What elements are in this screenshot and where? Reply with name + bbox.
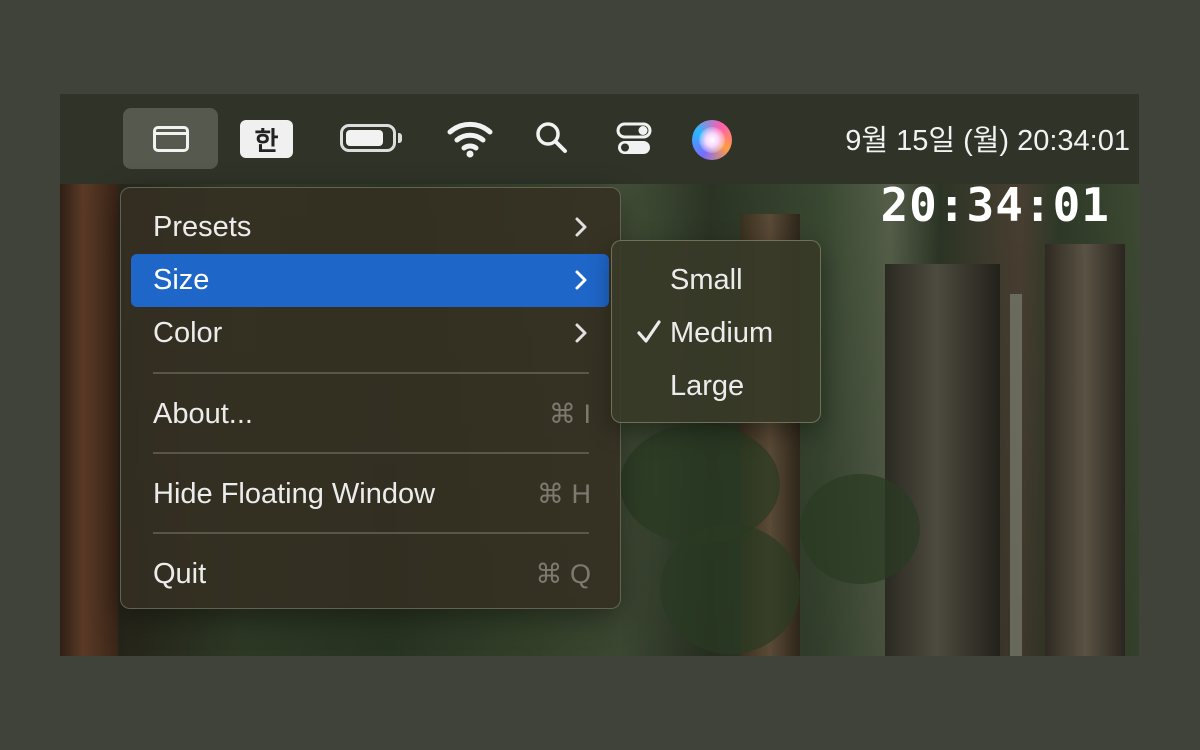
menu-item-label: Size <box>153 264 210 296</box>
submenu-item-label: Large <box>670 369 745 402</box>
menu-item-shortcut: ⌘ I <box>548 399 591 429</box>
menu-separator <box>153 372 589 374</box>
menubar-datetime: 9월 15일 (월) 20:34:01 <box>845 125 1130 157</box>
siri-icon[interactable] <box>692 120 732 160</box>
menu-item-label: About... <box>153 398 253 430</box>
menu-item-shortcut: ⌘ Q <box>535 559 591 589</box>
input-source-label: 한 <box>254 125 279 156</box>
window-icon <box>152 125 189 152</box>
chevron-right-icon <box>575 217 587 237</box>
menu-item-label: Presets <box>153 211 252 243</box>
menu-separator <box>153 452 589 454</box>
menubar-clock[interactable]: 9월 15일 (월) 20:34:01 <box>760 116 1130 160</box>
wallpaper-foliage <box>660 524 800 654</box>
menu-item-color[interactable]: Color <box>131 307 609 360</box>
wallpaper-foliage <box>620 424 780 544</box>
input-source-indicator[interactable]: 한 <box>240 120 293 158</box>
control-center-icon[interactable] <box>614 119 654 159</box>
size-submenu: Small Medium Large <box>611 240 821 423</box>
wallpaper-tree <box>60 184 118 656</box>
menu-item-about[interactable]: About... ⌘ I <box>131 388 609 441</box>
wallpaper-tree <box>885 264 1000 656</box>
menu-item-label: Color <box>153 317 223 349</box>
menu-item-presets[interactable]: Presets <box>131 201 609 254</box>
chevron-right-icon <box>575 270 587 290</box>
checkmark-icon <box>637 320 661 343</box>
menu-item-size[interactable]: Size <box>131 254 609 307</box>
wallpaper-tree <box>1010 294 1022 656</box>
battery-icon[interactable] <box>340 124 402 154</box>
spotlight-search-icon[interactable] <box>532 118 572 158</box>
wallpaper-foliage <box>800 474 920 584</box>
floating-clock-menu-extra[interactable] <box>123 108 218 169</box>
submenu-item-small[interactable]: Small <box>612 254 822 306</box>
wallpaper-tree <box>1045 244 1125 656</box>
menu-bar: 한 9월 15일 (월) 20:34:01 <box>60 94 1139 184</box>
dropdown-menu: Presets Size Color About... ⌘ I Hide Flo… <box>120 187 621 609</box>
floating-clock-window[interactable]: 20:34:01 <box>830 178 1110 232</box>
submenu-item-large[interactable]: Large <box>612 360 822 412</box>
menu-item-quit[interactable]: Quit ⌘ Q <box>131 548 609 601</box>
wifi-icon[interactable] <box>445 116 495 160</box>
submenu-item-medium[interactable]: Medium <box>612 307 822 359</box>
chevron-right-icon <box>575 323 587 343</box>
menu-item-shortcut: ⌘ H <box>537 479 591 509</box>
menu-separator <box>153 532 589 534</box>
menu-item-label: Quit <box>153 558 207 590</box>
menu-item-hide-floating-window[interactable]: Hide Floating Window ⌘ H <box>131 468 609 521</box>
menu-item-label: Hide Floating Window <box>153 478 436 510</box>
submenu-item-label: Medium <box>670 316 774 349</box>
submenu-item-label: Small <box>670 263 743 296</box>
battery-level-fill <box>346 130 383 146</box>
